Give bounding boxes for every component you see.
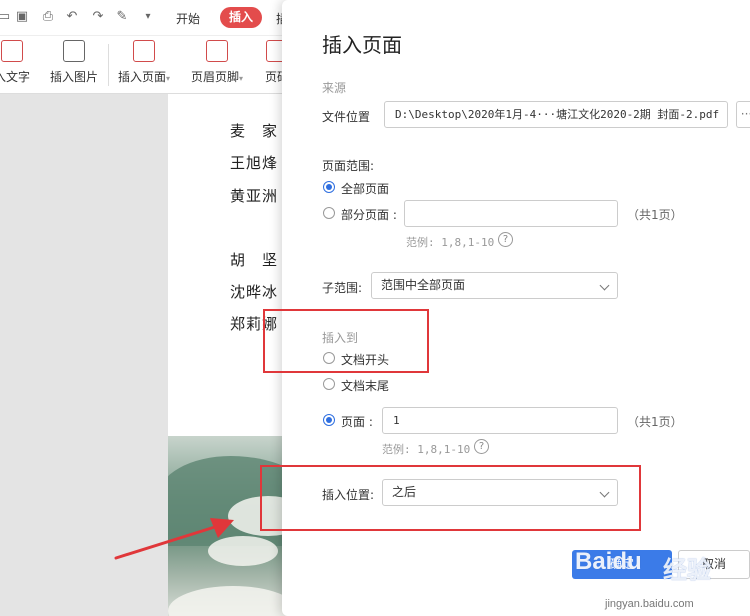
header-footer-button[interactable]: 页眉页脚▾ [191,40,243,85]
ribbon-divider [108,44,109,86]
watermark-logo: Baidu [575,548,642,575]
page-number-input[interactable]: 1 [382,407,618,434]
source-group-label: 来源 [322,81,347,95]
doc-end-radio[interactable] [323,378,335,390]
dropdown-icon: ▾ [166,74,171,83]
open-icon[interactable]: ▭ [0,9,12,25]
page-count-label: （共1页） [627,208,683,222]
page-radio-label[interactable]: 页面 : [341,413,373,430]
print-icon[interactable]: ⎙ [40,9,56,25]
author-name: 黄亚洲 [230,187,279,205]
dialog-title: 插入页面 [322,33,402,57]
annotation-box-insert-position [260,465,641,531]
insert-page-label: 插入页面 [118,70,167,84]
undo-icon[interactable]: ↶ [64,9,80,25]
partial-pages-radio[interactable] [323,207,335,219]
author-name: 胡 坚 [230,251,279,269]
insert-image-button[interactable]: 插入图片 [50,40,98,85]
author-name: 麦 家 [230,122,279,140]
add-page-icon [133,40,156,62]
insert-text-label: 入文字 [0,70,31,84]
chevron-down-icon [599,280,610,291]
file-location-label: 文件位置 [322,110,371,124]
all-pages-radio[interactable] [323,181,335,193]
header-footer-icon [206,40,229,62]
tab-start[interactable]: 开始 [176,10,200,27]
insert-page-button[interactable]: 插入页面▾ [118,40,170,85]
page-count-label: （共1页） [627,415,683,429]
redo-icon[interactable]: ↷ [90,9,106,25]
quick-access-toolbar: ▭ ▣ ⎙ ↶ ↷ ✎ ▾ 开始 插入 插 [0,0,290,36]
image-icon [63,40,85,62]
partial-pages-label[interactable]: 部分页面 : [341,206,397,223]
text-box-icon [1,40,23,62]
annotation-arrow-icon [114,518,234,560]
insert-image-label: 插入图片 [50,70,99,84]
watermark-url: jingyan.baidu.com [605,598,694,610]
file-location-field[interactable]: D:\Desktop\2020年1月-4···塘江文化2020-2期 封面-2.… [384,101,728,128]
chevron-down-icon[interactable]: ▾ [140,9,156,25]
page-example-hint: 范例: 1,8,1-10 [382,443,471,456]
doc-end-label[interactable]: 文档末尾 [341,377,389,394]
browse-button[interactable]: ··· [736,101,750,128]
watermark-text: 经验 [663,556,711,584]
format-painter-icon[interactable]: ✎ [114,9,130,25]
save-icon[interactable]: ▣ [14,9,30,25]
sub-range-value: 范围中全部页面 [381,278,466,292]
annotation-box-insert-to [263,309,429,373]
page-range-label: 页面范围: [322,159,375,173]
range-example-hint: 范例: 1,8,1-10 [406,236,495,249]
header-footer-label: 页眉页脚 [191,70,240,84]
help-icon[interactable]: ? [498,232,513,247]
sub-range-label: 子范围: [322,281,363,295]
insert-text-button[interactable]: 入文字 [0,40,30,85]
page-radio[interactable] [323,414,335,426]
sub-range-select[interactable]: 范围中全部页面 [371,272,618,299]
baidu-jingyan-watermark: Baidu 经验 jingyan.baidu.com [575,548,750,616]
author-name: 沈晔冰 [230,283,279,301]
tab-insert[interactable]: 插入 [220,7,262,28]
help-icon[interactable]: ? [474,439,489,454]
ribbon: 入文字 插入图片 插入页面▾ 页眉页脚▾ 页码 [0,36,290,94]
all-pages-label[interactable]: 全部页面 [341,180,389,197]
author-name: 王旭烽 [230,154,279,172]
partial-pages-input[interactable] [404,200,618,227]
dropdown-icon: ▾ [239,74,244,83]
